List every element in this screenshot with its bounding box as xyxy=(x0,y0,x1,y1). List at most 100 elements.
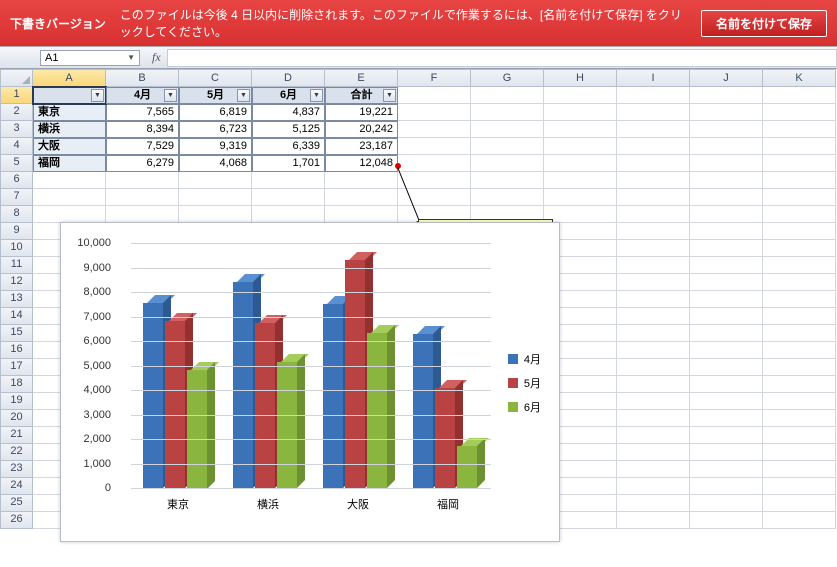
cell[interactable]: 8,394 xyxy=(106,121,179,138)
cell[interactable] xyxy=(690,206,763,223)
cell[interactable] xyxy=(106,189,179,206)
cell[interactable]: 9,319 xyxy=(179,138,252,155)
cell[interactable] xyxy=(325,172,398,189)
column-header[interactable]: H xyxy=(544,69,617,87)
cell[interactable] xyxy=(471,87,544,104)
cell[interactable] xyxy=(763,121,836,138)
cell[interactable] xyxy=(763,155,836,172)
cell[interactable] xyxy=(690,104,763,121)
cell[interactable] xyxy=(763,495,836,512)
column-header[interactable]: I xyxy=(617,69,690,87)
cell[interactable]: 7,565 xyxy=(106,104,179,121)
cell[interactable]: 6,723 xyxy=(179,121,252,138)
column-header[interactable]: G xyxy=(471,69,544,87)
cell[interactable] xyxy=(763,87,836,104)
cell[interactable] xyxy=(179,172,252,189)
cell[interactable] xyxy=(325,206,398,223)
cell[interactable] xyxy=(763,291,836,308)
row-header[interactable]: 18 xyxy=(0,376,33,393)
cell[interactable]: 6,339 xyxy=(252,138,325,155)
cell[interactable] xyxy=(398,121,471,138)
cell[interactable] xyxy=(763,104,836,121)
cell[interactable] xyxy=(763,138,836,155)
cell[interactable] xyxy=(763,206,836,223)
column-header[interactable]: J xyxy=(690,69,763,87)
cell[interactable] xyxy=(690,87,763,104)
cell[interactable] xyxy=(252,206,325,223)
cell[interactable] xyxy=(617,223,690,240)
row-header[interactable]: 22 xyxy=(0,444,33,461)
cell[interactable] xyxy=(471,104,544,121)
cell[interactable] xyxy=(398,172,471,189)
column-header[interactable]: D xyxy=(252,69,325,87)
cell[interactable] xyxy=(617,461,690,478)
cell[interactable] xyxy=(617,359,690,376)
cell[interactable] xyxy=(690,274,763,291)
cell[interactable]: 6,279 xyxy=(106,155,179,172)
cell[interactable] xyxy=(763,240,836,257)
cell[interactable] xyxy=(690,461,763,478)
cell[interactable] xyxy=(690,189,763,206)
cell[interactable] xyxy=(398,104,471,121)
column-header[interactable]: F xyxy=(398,69,471,87)
column-header[interactable]: A xyxy=(33,69,106,87)
row-header[interactable]: 14 xyxy=(0,308,33,325)
column-header[interactable]: E xyxy=(325,69,398,87)
cell[interactable] xyxy=(690,291,763,308)
row-header[interactable]: 12 xyxy=(0,274,33,291)
row-header[interactable]: 11 xyxy=(0,257,33,274)
cell[interactable] xyxy=(763,342,836,359)
cell[interactable] xyxy=(763,444,836,461)
spreadsheet-grid[interactable]: 1▼4月▼5月▼6月▼合計▼2東京7,5656,8194,83719,2213横… xyxy=(0,87,837,529)
cell[interactable] xyxy=(617,121,690,138)
cell[interactable] xyxy=(690,376,763,393)
cell[interactable] xyxy=(690,308,763,325)
column-header[interactable]: K xyxy=(763,69,836,87)
cell[interactable] xyxy=(617,427,690,444)
cell[interactable] xyxy=(544,172,617,189)
cell[interactable] xyxy=(544,104,617,121)
cell[interactable]: 5月▼ xyxy=(179,87,252,104)
cell[interactable] xyxy=(617,291,690,308)
row-header[interactable]: 5 xyxy=(0,155,33,172)
cell[interactable] xyxy=(617,138,690,155)
cell[interactable] xyxy=(690,342,763,359)
cell[interactable] xyxy=(471,189,544,206)
cell[interactable] xyxy=(763,223,836,240)
cell[interactable] xyxy=(690,478,763,495)
filter-dropdown-icon[interactable]: ▼ xyxy=(91,89,104,102)
cell[interactable] xyxy=(33,206,106,223)
cell[interactable] xyxy=(617,172,690,189)
name-box-dropdown-icon[interactable]: ▼ xyxy=(127,53,135,62)
cell[interactable] xyxy=(690,512,763,529)
cell[interactable] xyxy=(252,189,325,206)
cell[interactable] xyxy=(617,325,690,342)
cell[interactable]: 12,048 xyxy=(325,155,398,172)
cell[interactable] xyxy=(471,121,544,138)
row-header[interactable]: 23 xyxy=(0,461,33,478)
row-header[interactable]: 7 xyxy=(0,189,33,206)
cell[interactable] xyxy=(398,87,471,104)
cell[interactable] xyxy=(471,138,544,155)
cell[interactable]: 東京 xyxy=(33,104,106,121)
cell[interactable] xyxy=(690,138,763,155)
filter-dropdown-icon[interactable]: ▼ xyxy=(310,89,323,102)
cell[interactable] xyxy=(33,172,106,189)
cell[interactable]: 1,701 xyxy=(252,155,325,172)
cell[interactable] xyxy=(690,155,763,172)
row-header[interactable]: 9 xyxy=(0,223,33,240)
cell[interactable]: 4,837 xyxy=(252,104,325,121)
cell[interactable]: 6月▼ xyxy=(252,87,325,104)
cell[interactable]: 横浜 xyxy=(33,121,106,138)
cell[interactable] xyxy=(690,240,763,257)
row-header[interactable]: 1 xyxy=(0,87,33,104)
cell[interactable]: 6,819 xyxy=(179,104,252,121)
cell[interactable] xyxy=(763,359,836,376)
cell[interactable]: 4,068 xyxy=(179,155,252,172)
fx-icon[interactable]: fx xyxy=(152,50,161,65)
cell[interactable] xyxy=(617,274,690,291)
cell[interactable]: 大阪 xyxy=(33,138,106,155)
cell[interactable] xyxy=(763,478,836,495)
cell[interactable] xyxy=(690,495,763,512)
cell[interactable] xyxy=(690,325,763,342)
